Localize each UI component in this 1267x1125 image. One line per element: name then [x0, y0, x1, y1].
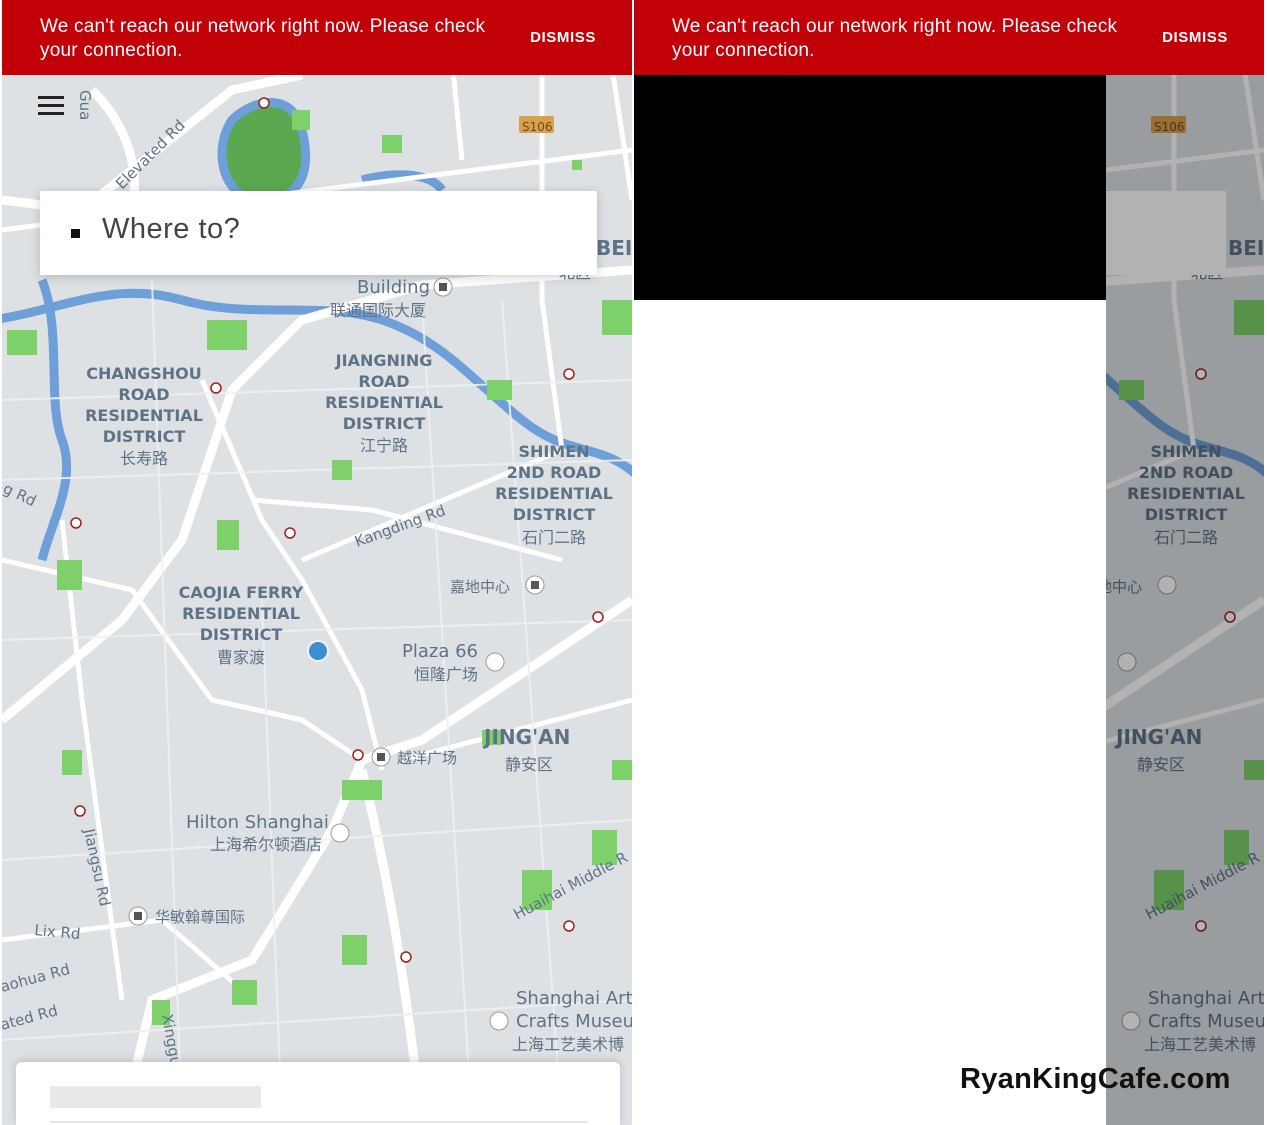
map-label: DISTRICT	[513, 505, 596, 524]
loading-placeholder-bar	[50, 1086, 261, 1108]
hamburger-menu-icon[interactable]	[38, 96, 66, 120]
map-label: RESIDENTIAL	[325, 393, 443, 412]
banner-message: We can't reach our network right now. Pl…	[40, 16, 486, 61]
map-label: RESIDENTIAL	[495, 484, 613, 503]
map-label: Shanghai Arts	[516, 988, 632, 1009]
network-error-banner: We can't reach our network right now. Pl…	[2, 0, 632, 75]
banner-message: We can't reach our network right now. Pl…	[672, 16, 1118, 61]
map-label: 联通国际大厦	[330, 301, 426, 320]
map-label: S106	[522, 120, 553, 134]
bottom-card[interactable]	[16, 1062, 620, 1125]
current-location-dot	[309, 642, 327, 660]
map-label: Building	[357, 277, 430, 298]
map-label: 恒隆广场	[414, 665, 478, 684]
map-label: 长寿路	[120, 449, 168, 468]
destination-square-icon	[71, 229, 80, 238]
map-label: DISTRICT	[103, 427, 186, 446]
map-label: 江宁路	[360, 436, 408, 455]
map-label: 石门二路	[522, 528, 586, 547]
phone-screen-left: CHANGSHOU ROAD RESIDENTIAL DISTRICT JIAN…	[2, 0, 632, 1125]
map-label: ROAD	[358, 372, 409, 391]
divider	[50, 1121, 588, 1123]
map-view[interactable]: CHANGSHOU ROAD RESIDENTIAL DISTRICT JIAN…	[2, 0, 632, 1125]
map-label: 华敏翰尊国际	[155, 908, 245, 926]
map-label: CHANGSHOU	[86, 364, 202, 383]
phone-screen-right: SHIMEN 2ND ROAD RESIDENTIAL DISTRICT 石门二…	[634, 0, 1264, 1125]
side-drawer-header	[634, 75, 1106, 300]
map-label: JING'AN	[482, 725, 570, 749]
map-label: JIANGNING	[335, 351, 433, 370]
map-label: DISTRICT	[200, 625, 283, 644]
map-label: 2ND ROAD	[507, 463, 602, 482]
map-label: SHIMEN	[518, 442, 589, 461]
map-label: ROAD	[118, 385, 169, 404]
dim-overlay[interactable]	[1106, 75, 1264, 1125]
dismiss-button[interactable]: DISMISS	[1162, 29, 1228, 46]
map-label: 越洋广场	[397, 749, 457, 767]
dismiss-button[interactable]: DISMISS	[530, 29, 596, 46]
where-to-search[interactable]: Where to?	[40, 191, 597, 275]
map-label: BEI	[596, 236, 632, 260]
map-label: 上海工艺美术博	[512, 1035, 624, 1054]
map-label: Plaza 66	[402, 641, 478, 662]
network-error-banner: We can't reach our network right now. Pl…	[634, 0, 1264, 75]
map-label: 嘉地中心	[450, 578, 510, 596]
watermark: RyanKingCafe.com	[960, 1063, 1231, 1095]
map-label: CAOJIA FERRY	[179, 583, 304, 602]
search-placeholder: Where to?	[102, 213, 241, 245]
map-label: RESIDENTIAL	[85, 406, 203, 425]
map-label: Gua	[76, 90, 94, 120]
map-label: 曹家渡	[217, 648, 265, 667]
map-label: DISTRICT	[343, 414, 426, 433]
map-label: 静安区	[505, 755, 553, 774]
map-label: 上海希尔顿酒店	[210, 835, 322, 854]
side-drawer-body	[634, 300, 1106, 1125]
map-label: Crafts Museu	[516, 1011, 632, 1032]
map-label: Hilton Shanghai	[186, 812, 329, 833]
map-label: RESIDENTIAL	[182, 604, 300, 623]
